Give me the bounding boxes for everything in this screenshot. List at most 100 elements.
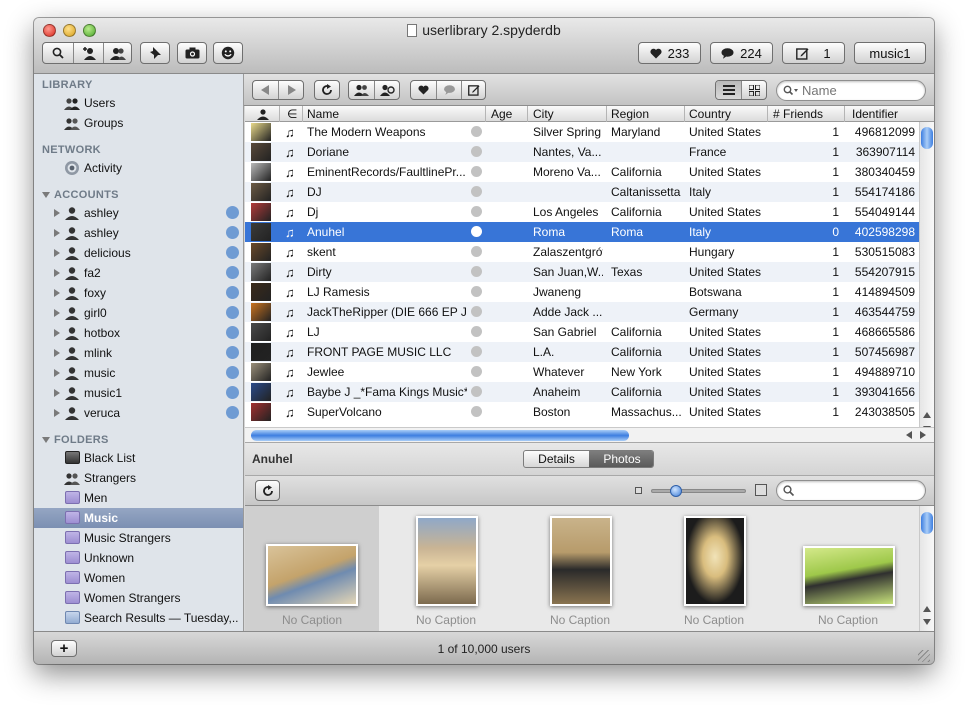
- go-arrow-icon[interactable]: [471, 386, 482, 397]
- note-filter-button[interactable]: [462, 81, 486, 99]
- table-row[interactable]: ♫ LJ Ramesis Jwaneng Botswana 1 414894509: [245, 282, 919, 302]
- sync-status-icon[interactable]: [226, 266, 239, 279]
- sidebar-item-folder[interactable]: Men: [34, 488, 243, 508]
- disclosure-triangle-icon[interactable]: [54, 269, 60, 277]
- photo-search-input[interactable]: [799, 483, 919, 498]
- disclosure-triangle-icon[interactable]: [54, 209, 60, 217]
- refresh-button[interactable]: [314, 80, 340, 100]
- vertical-scroll-thumb[interactable]: [921, 127, 933, 149]
- photo-search-field[interactable]: [776, 480, 926, 501]
- table-row[interactable]: ♫ The Modern Weapons Silver Spring Maryland…: [245, 122, 919, 142]
- go-arrow-icon[interactable]: [471, 166, 482, 177]
- sidebar-item-account[interactable]: ashley: [34, 223, 243, 243]
- slider-knob[interactable]: [670, 485, 682, 497]
- forward-button[interactable]: [279, 81, 304, 99]
- sync-status-icon[interactable]: [226, 326, 239, 339]
- table-row[interactable]: ♫ SuperVolcano Boston Massachus... United St…: [245, 402, 919, 422]
- table-row[interactable]: ♫ Anuhel Roma Roma Italy 0 402598298: [245, 222, 919, 242]
- column-header-friends[interactable]: # Friends: [773, 107, 823, 121]
- photos-scroll-thumb[interactable]: [921, 512, 933, 534]
- scroll-down-arrow[interactable]: [923, 619, 931, 625]
- disclosure-triangle-icon[interactable]: [54, 249, 60, 257]
- sidebar-item-account[interactable]: girl0: [34, 303, 243, 323]
- go-arrow-icon[interactable]: [471, 306, 482, 317]
- tab-photos[interactable]: Photos: [589, 451, 653, 467]
- scroll-right-arrow[interactable]: [920, 431, 926, 439]
- camera-button[interactable]: [177, 42, 207, 64]
- heart-filter-button[interactable]: [411, 81, 436, 99]
- column-header-identifier[interactable]: Identifier: [852, 107, 898, 121]
- go-arrow-icon[interactable]: [471, 266, 482, 277]
- sync-status-icon[interactable]: [226, 386, 239, 399]
- go-arrow-icon[interactable]: [471, 346, 482, 357]
- photo-thumbnail[interactable]: [266, 544, 358, 606]
- table-row[interactable]: ♫ skent Zalaszentgrót Hungary 1 530515083: [245, 242, 919, 262]
- sidebar-item-account[interactable]: foxy: [34, 283, 243, 303]
- disclosure-triangle-icon[interactable]: [54, 329, 60, 337]
- grid-view-button[interactable]: [742, 81, 767, 99]
- photos-refresh-button[interactable]: [255, 480, 280, 501]
- horizontal-scroll-thumb[interactable]: [251, 430, 629, 441]
- photo-cell[interactable]: No Caption: [513, 506, 647, 631]
- sidebar-item-account[interactable]: mlink: [34, 343, 243, 363]
- go-arrow-icon[interactable]: [471, 186, 482, 197]
- comment-filter-button[interactable]: [437, 81, 461, 99]
- scroll-left-arrow[interactable]: [906, 431, 912, 439]
- go-arrow-icon[interactable]: [471, 326, 482, 337]
- photo-thumbnail[interactable]: [550, 516, 612, 606]
- sidebar-item-users[interactable]: Users: [34, 93, 243, 113]
- table-row[interactable]: ♫ LJ San Gabriel California United States 1 46…: [245, 322, 919, 342]
- tab-details[interactable]: Details: [524, 451, 589, 467]
- sidebar-item-folder[interactable]: Strangers: [34, 468, 243, 488]
- name-search-field[interactable]: [776, 80, 926, 101]
- table-row[interactable]: ♫ Baybe J _*Fama Kings Music*_ Anaheim Cali…: [245, 382, 919, 402]
- sidebar-item-folder[interactable]: Black List: [34, 448, 243, 468]
- sync-status-icon[interactable]: [226, 206, 239, 219]
- table-row[interactable]: ♫ EminentRecords/FaultlinePr... Moreno Va.…: [245, 162, 919, 182]
- disclosure-triangle-icon[interactable]: [54, 289, 60, 297]
- sidebar-item-folder[interactable]: Women Strangers: [34, 588, 243, 608]
- column-header-city[interactable]: City: [533, 107, 554, 121]
- table-row[interactable]: ♫ Doriane Nantes, Va... France 1 363907114: [245, 142, 919, 162]
- go-arrow-icon[interactable]: [471, 286, 482, 297]
- disclosure-triangle-icon[interactable]: [54, 229, 60, 237]
- table-vertical-scrollbar[interactable]: [919, 122, 934, 442]
- search-users-button[interactable]: [43, 43, 73, 63]
- go-arrow-icon[interactable]: [471, 406, 482, 417]
- photo-thumbnail[interactable]: [416, 516, 478, 606]
- disclosure-triangle-icon[interactable]: [54, 409, 60, 417]
- table-row[interactable]: ♫ Dirty San Juan,W... Texas United States 1 55…: [245, 262, 919, 282]
- sidebar-item-account[interactable]: delicious: [34, 243, 243, 263]
- type-column-header[interactable]: ∈: [287, 107, 297, 121]
- go-arrow-icon[interactable]: [471, 366, 482, 377]
- table-row[interactable]: ♫ DJ Caltanissetta Italy 1 554174186: [245, 182, 919, 202]
- photo-cell[interactable]: No Caption: [647, 506, 781, 631]
- column-header-name[interactable]: Name: [307, 107, 339, 121]
- list-view-button[interactable]: [716, 81, 741, 99]
- sidebar-item-activity[interactable]: Activity: [34, 158, 243, 178]
- account-selector-button[interactable]: music1: [854, 42, 926, 64]
- comments-count-button[interactable]: 224: [710, 42, 773, 64]
- table-row[interactable]: ♫ JackTheRipper (DIE 666 EP J... Adde Jack…: [245, 302, 919, 322]
- disclosure-triangle-icon[interactable]: [54, 369, 60, 377]
- sidebar-item-account[interactable]: music: [34, 363, 243, 383]
- photo-thumbnail[interactable]: [684, 516, 746, 606]
- sidebar-item-account[interactable]: fa2: [34, 263, 243, 283]
- sidebar-item-folder[interactable]: Search Results — Tuesday,...: [34, 608, 243, 628]
- sync-status-icon[interactable]: [226, 406, 239, 419]
- sidebar-item-account[interactable]: ashley: [34, 203, 243, 223]
- hearts-count-button[interactable]: 233: [638, 42, 701, 64]
- folders-disclosure-triangle[interactable]: [42, 437, 50, 443]
- photos-vertical-scrollbar[interactable]: [919, 506, 934, 631]
- thumbnail-size-slider[interactable]: [651, 485, 746, 497]
- go-arrow-icon[interactable]: [471, 246, 482, 257]
- friends-button[interactable]: [349, 81, 374, 99]
- accounts-disclosure-triangle[interactable]: [42, 192, 50, 198]
- go-arrow-icon[interactable]: [471, 206, 482, 217]
- table-row[interactable]: ♫ Jewlee Whatever New York United States 1 494…: [245, 362, 919, 382]
- column-header-country[interactable]: Country: [689, 107, 731, 121]
- sidebar-item-account[interactable]: veruca: [34, 403, 243, 423]
- table-horizontal-scrollbar[interactable]: [245, 427, 934, 442]
- back-button[interactable]: [253, 81, 278, 99]
- sync-status-icon[interactable]: [226, 226, 239, 239]
